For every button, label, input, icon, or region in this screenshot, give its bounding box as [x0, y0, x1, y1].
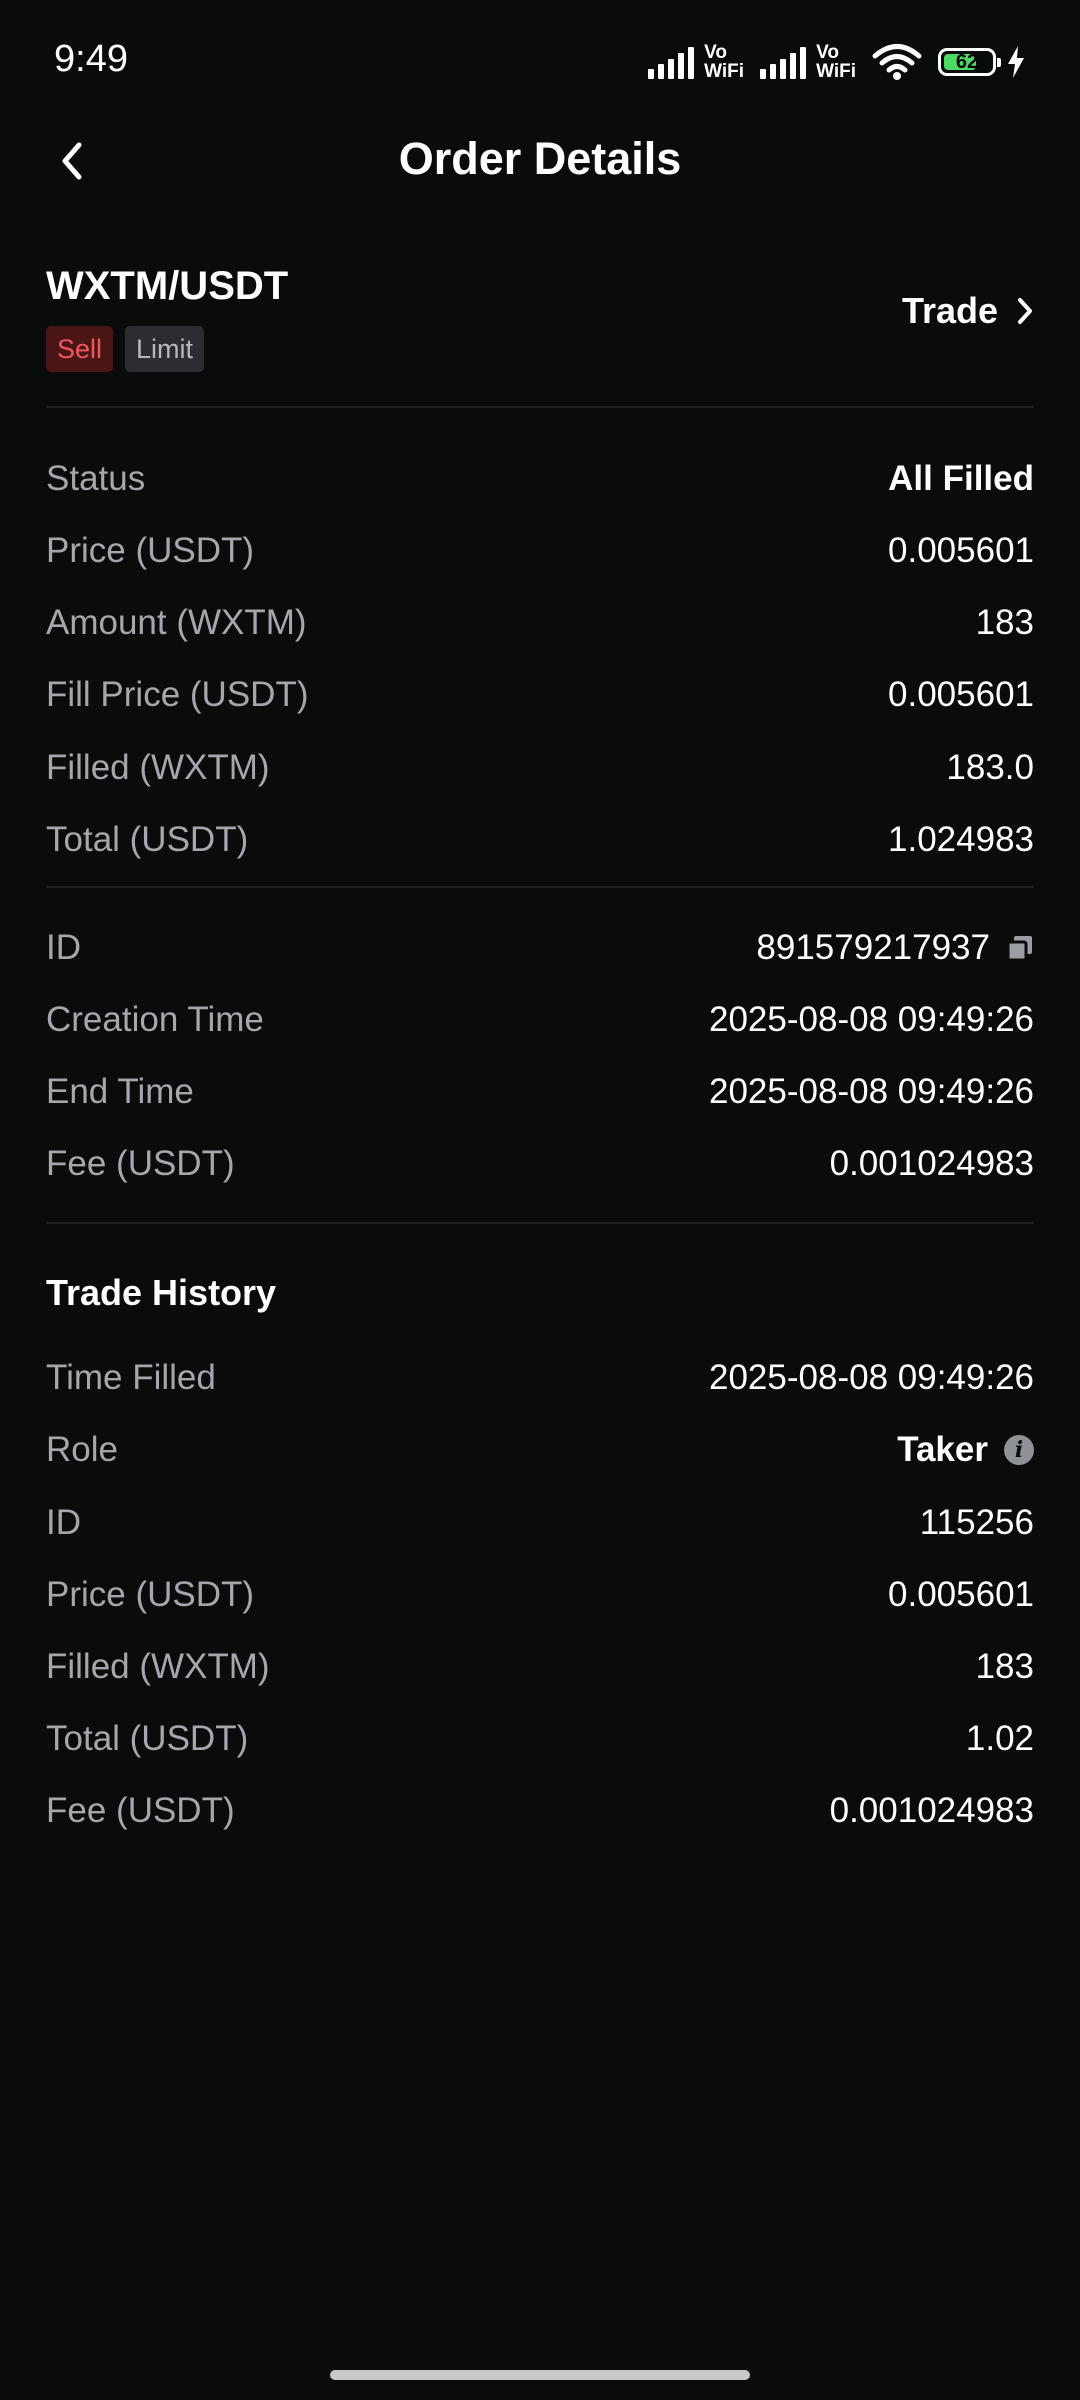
trade-fee-row: Fee (USDT) 0.001024983 [46, 1785, 1034, 1837]
price-value: 0.005601 [888, 531, 1034, 570]
status-row: Status All Filled [46, 453, 1034, 505]
pair-section: WXTM/USDT Sell Limit Trade [46, 262, 1034, 372]
role-label: Role [46, 1430, 118, 1469]
trade-id-value: 115256 [919, 1503, 1034, 1542]
fill-price-value: 0.005601 [888, 675, 1034, 714]
trade-fee-label: Fee (USDT) [46, 1791, 235, 1830]
status-bar: 9:49 Vo WiFi Vo WiFi 62 [0, 0, 1080, 125]
end-time-value: 2025-08-08 09:49:26 [709, 1072, 1034, 1111]
wifi-icon [872, 44, 922, 80]
trade-id-row: ID 115256 [46, 1497, 1034, 1549]
filled-label: Filled (WXTM) [46, 748, 270, 787]
fee-row: Fee (USDT) 0.001024983 [46, 1138, 1034, 1190]
vowifi-icon-2: Vo WiFi [816, 43, 856, 81]
price-label: Price (USDT) [46, 531, 255, 570]
fee-value: 0.001024983 [829, 1144, 1034, 1183]
fill-price-label: Fill Price (USDT) [46, 675, 309, 714]
fee-label: Fee (USDT) [46, 1144, 235, 1183]
side-tag: Sell [46, 326, 114, 372]
status-value: All Filled [888, 459, 1034, 498]
pair-symbol: WXTM/USDT [46, 264, 289, 308]
trade-price-row: Price (USDT) 0.005601 [46, 1569, 1034, 1621]
total-row: Total (USDT) 1.024983 [46, 814, 1034, 866]
status-label: Status [46, 459, 146, 498]
trade-fee-value: 0.001024983 [829, 1791, 1034, 1830]
amount-label: Amount (WXTM) [46, 603, 307, 642]
home-indicator[interactable] [330, 2370, 750, 2380]
price-row: Price (USDT) 0.005601 [46, 525, 1034, 577]
signal-strength-icon-2 [760, 45, 807, 79]
info-icon[interactable]: i [1004, 1435, 1034, 1465]
type-tag: Limit [125, 326, 205, 372]
status-icons: Vo WiFi Vo WiFi 62 [648, 40, 1026, 84]
trade-filled-row: Filled (WXTM) 183 [46, 1641, 1034, 1693]
vowifi-top-text-2: Vo [816, 42, 839, 63]
signal-strength-icon [648, 45, 695, 79]
role-value: Taker [897, 1430, 988, 1469]
end-time-row: End Time 2025-08-08 09:49:26 [46, 1066, 1034, 1118]
vowifi-bottom-text-2: WiFi [816, 61, 856, 82]
creation-time-value: 2025-08-08 09:49:26 [709, 1000, 1034, 1039]
trade-history-title: Trade History [46, 1272, 277, 1313]
time-filled-row: Time Filled 2025-08-08 09:49:26 [46, 1352, 1034, 1404]
vowifi-icon: Vo WiFi [704, 43, 744, 81]
creation-time-label: Creation Time [46, 1000, 264, 1039]
trade-price-value: 0.005601 [888, 1575, 1034, 1614]
order-id-row: ID 891579217937 [46, 922, 1034, 974]
battery-level: 62 [955, 51, 979, 73]
total-label: Total (USDT) [46, 820, 249, 859]
battery-icon: 62 [938, 48, 1001, 76]
trade-label: Trade [901, 290, 998, 331]
divider [46, 886, 1034, 888]
trade-button[interactable]: Trade [902, 290, 1034, 332]
page-title: Order Details [398, 133, 682, 184]
time-filled-label: Time Filled [46, 1358, 216, 1397]
trade-price-label: Price (USDT) [46, 1575, 255, 1614]
order-id-value: 891579217937 [756, 928, 990, 967]
time-filled-value: 2025-08-08 09:49:26 [709, 1358, 1034, 1397]
filled-row: Filled (WXTM) 183.0 [46, 742, 1034, 794]
fill-price-row: Fill Price (USDT) 0.005601 [46, 669, 1034, 721]
role-value-group: Taker i [897, 1430, 1034, 1470]
filled-value: 183.0 [946, 748, 1034, 787]
copy-icon[interactable] [1006, 934, 1034, 962]
vowifi-top-text: Vo [704, 42, 727, 63]
order-id-label: ID [46, 928, 81, 967]
total-value: 1.024983 [888, 820, 1034, 859]
order-id-value-group: 891579217937 [756, 928, 1034, 968]
trade-filled-value: 183 [975, 1647, 1034, 1686]
trade-total-label: Total (USDT) [46, 1719, 249, 1758]
divider [46, 406, 1034, 408]
creation-time-row: Creation Time 2025-08-08 09:49:26 [46, 994, 1034, 1046]
trade-total-row: Total (USDT) 1.02 [46, 1713, 1034, 1765]
divider [46, 1222, 1034, 1224]
role-row: Role Taker i [46, 1424, 1034, 1476]
trade-total-value: 1.02 [965, 1719, 1034, 1758]
header: Order Details [0, 125, 1080, 195]
vowifi-bottom-text: WiFi [704, 61, 745, 82]
charging-icon [1008, 46, 1024, 78]
chevron-right-icon [1018, 298, 1032, 324]
amount-row: Amount (WXTM) 183 [46, 597, 1034, 649]
amount-value: 183 [975, 603, 1034, 642]
order-tags: Sell Limit [46, 326, 1034, 372]
trade-filled-label: Filled (WXTM) [46, 1647, 270, 1686]
trade-id-label: ID [46, 1503, 81, 1542]
status-time: 9:49 [54, 38, 128, 80]
end-time-label: End Time [46, 1072, 194, 1111]
